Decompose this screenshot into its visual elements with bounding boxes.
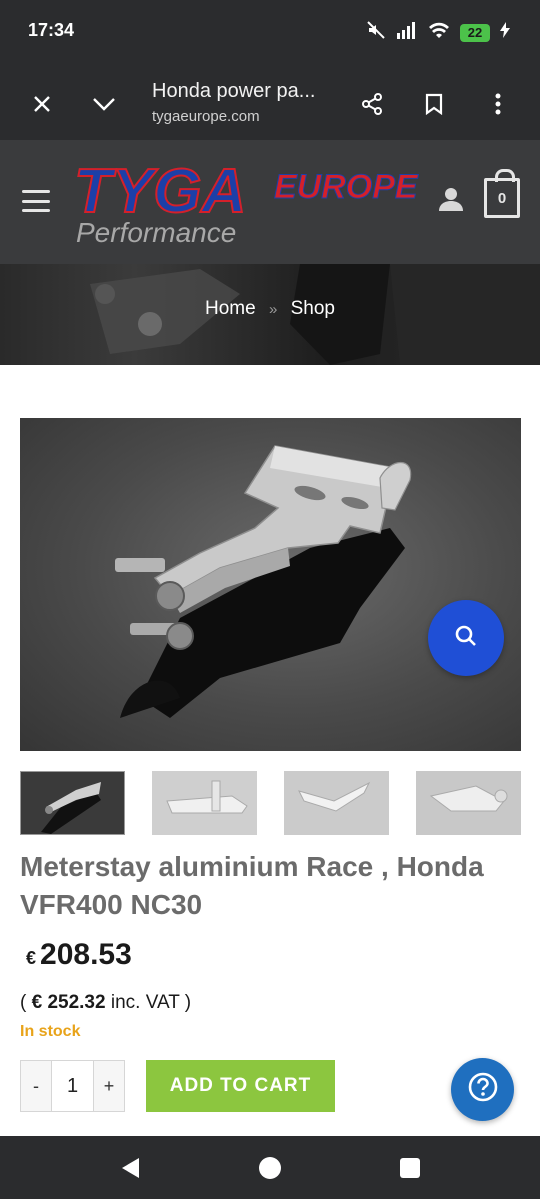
svg-text:EUROPE: EUROPE bbox=[274, 168, 419, 206]
home-icon[interactable] bbox=[256, 1154, 284, 1182]
search-icon bbox=[454, 624, 478, 653]
vat-open: ( bbox=[20, 992, 27, 1013]
thumbnail-4[interactable] bbox=[416, 771, 521, 835]
price-inc-vat: ( € 252.32 inc. VAT ) bbox=[20, 992, 191, 1014]
quantity-stepper: - 1 + bbox=[20, 1060, 125, 1112]
status-bar: 17:34 22 bbox=[0, 0, 540, 64]
help-icon bbox=[467, 1071, 499, 1108]
product-price: €208.53 bbox=[26, 938, 132, 972]
browser-toolbar: Honda power pa... tygaeurope.com bbox=[0, 64, 540, 140]
price-amount: 208.53 bbox=[40, 938, 132, 971]
breadcrumb: Home » Shop bbox=[0, 298, 540, 320]
thumbnail-1[interactable] bbox=[20, 771, 125, 835]
menu-icon[interactable] bbox=[22, 190, 50, 212]
thumbnail-strip bbox=[20, 771, 521, 835]
quantity-decrease-button[interactable]: - bbox=[21, 1061, 51, 1111]
help-button[interactable] bbox=[451, 1058, 514, 1121]
more-vert-icon[interactable] bbox=[478, 84, 518, 124]
stock-status: In stock bbox=[20, 1023, 81, 1040]
close-icon[interactable] bbox=[22, 84, 62, 124]
svg-text:TYGA: TYGA bbox=[74, 157, 246, 226]
vat-suffix: inc. VAT ) bbox=[110, 992, 192, 1013]
product-main-image[interactable] bbox=[20, 418, 521, 751]
system-nav-bar bbox=[0, 1136, 540, 1199]
signal-icon bbox=[396, 21, 418, 44]
price-currency: € bbox=[26, 948, 37, 968]
breadcrumb-separator: » bbox=[268, 301, 278, 318]
back-icon[interactable] bbox=[116, 1154, 144, 1182]
bookmark-icon[interactable] bbox=[414, 84, 454, 124]
add-to-cart-button[interactable]: ADD TO CART bbox=[146, 1060, 335, 1112]
svg-text:Performance: Performance bbox=[76, 217, 236, 248]
page-title[interactable]: Honda power pa... bbox=[152, 80, 315, 103]
page-hero: Home » Shop bbox=[0, 264, 540, 365]
product-title: Meterstay aluminium Race , Honda VFR400 … bbox=[20, 851, 484, 920]
tyga-europe-logo[interactable]: TYGA EUROPE Performance bbox=[70, 154, 420, 250]
chevron-down-icon[interactable] bbox=[84, 84, 124, 124]
vat-price: € 252.32 bbox=[31, 992, 106, 1013]
recents-icon[interactable] bbox=[396, 1154, 424, 1182]
quantity-input[interactable]: 1 bbox=[51, 1061, 94, 1111]
battery-icon: 22 bbox=[460, 23, 490, 42]
site-header: TYGA EUROPE Performance 0 bbox=[0, 140, 540, 264]
thumbnail-2[interactable] bbox=[152, 771, 257, 835]
page-domain[interactable]: tygaeurope.com bbox=[152, 108, 260, 125]
zoom-button[interactable] bbox=[428, 600, 504, 676]
thumbnail-3[interactable] bbox=[284, 771, 389, 835]
cart-icon[interactable]: 0 bbox=[484, 169, 520, 218]
status-time: 17:34 bbox=[28, 20, 75, 40]
status-icons: 22 bbox=[366, 20, 510, 45]
share-icon[interactable] bbox=[352, 84, 392, 124]
charging-icon bbox=[500, 22, 510, 43]
quantity-increase-button[interactable]: + bbox=[94, 1061, 124, 1111]
breadcrumb-shop[interactable]: Shop bbox=[291, 298, 335, 319]
user-icon[interactable] bbox=[438, 186, 464, 217]
wifi-icon bbox=[428, 21, 450, 44]
mute-icon bbox=[366, 20, 386, 45]
breadcrumb-home[interactable]: Home bbox=[205, 298, 256, 319]
